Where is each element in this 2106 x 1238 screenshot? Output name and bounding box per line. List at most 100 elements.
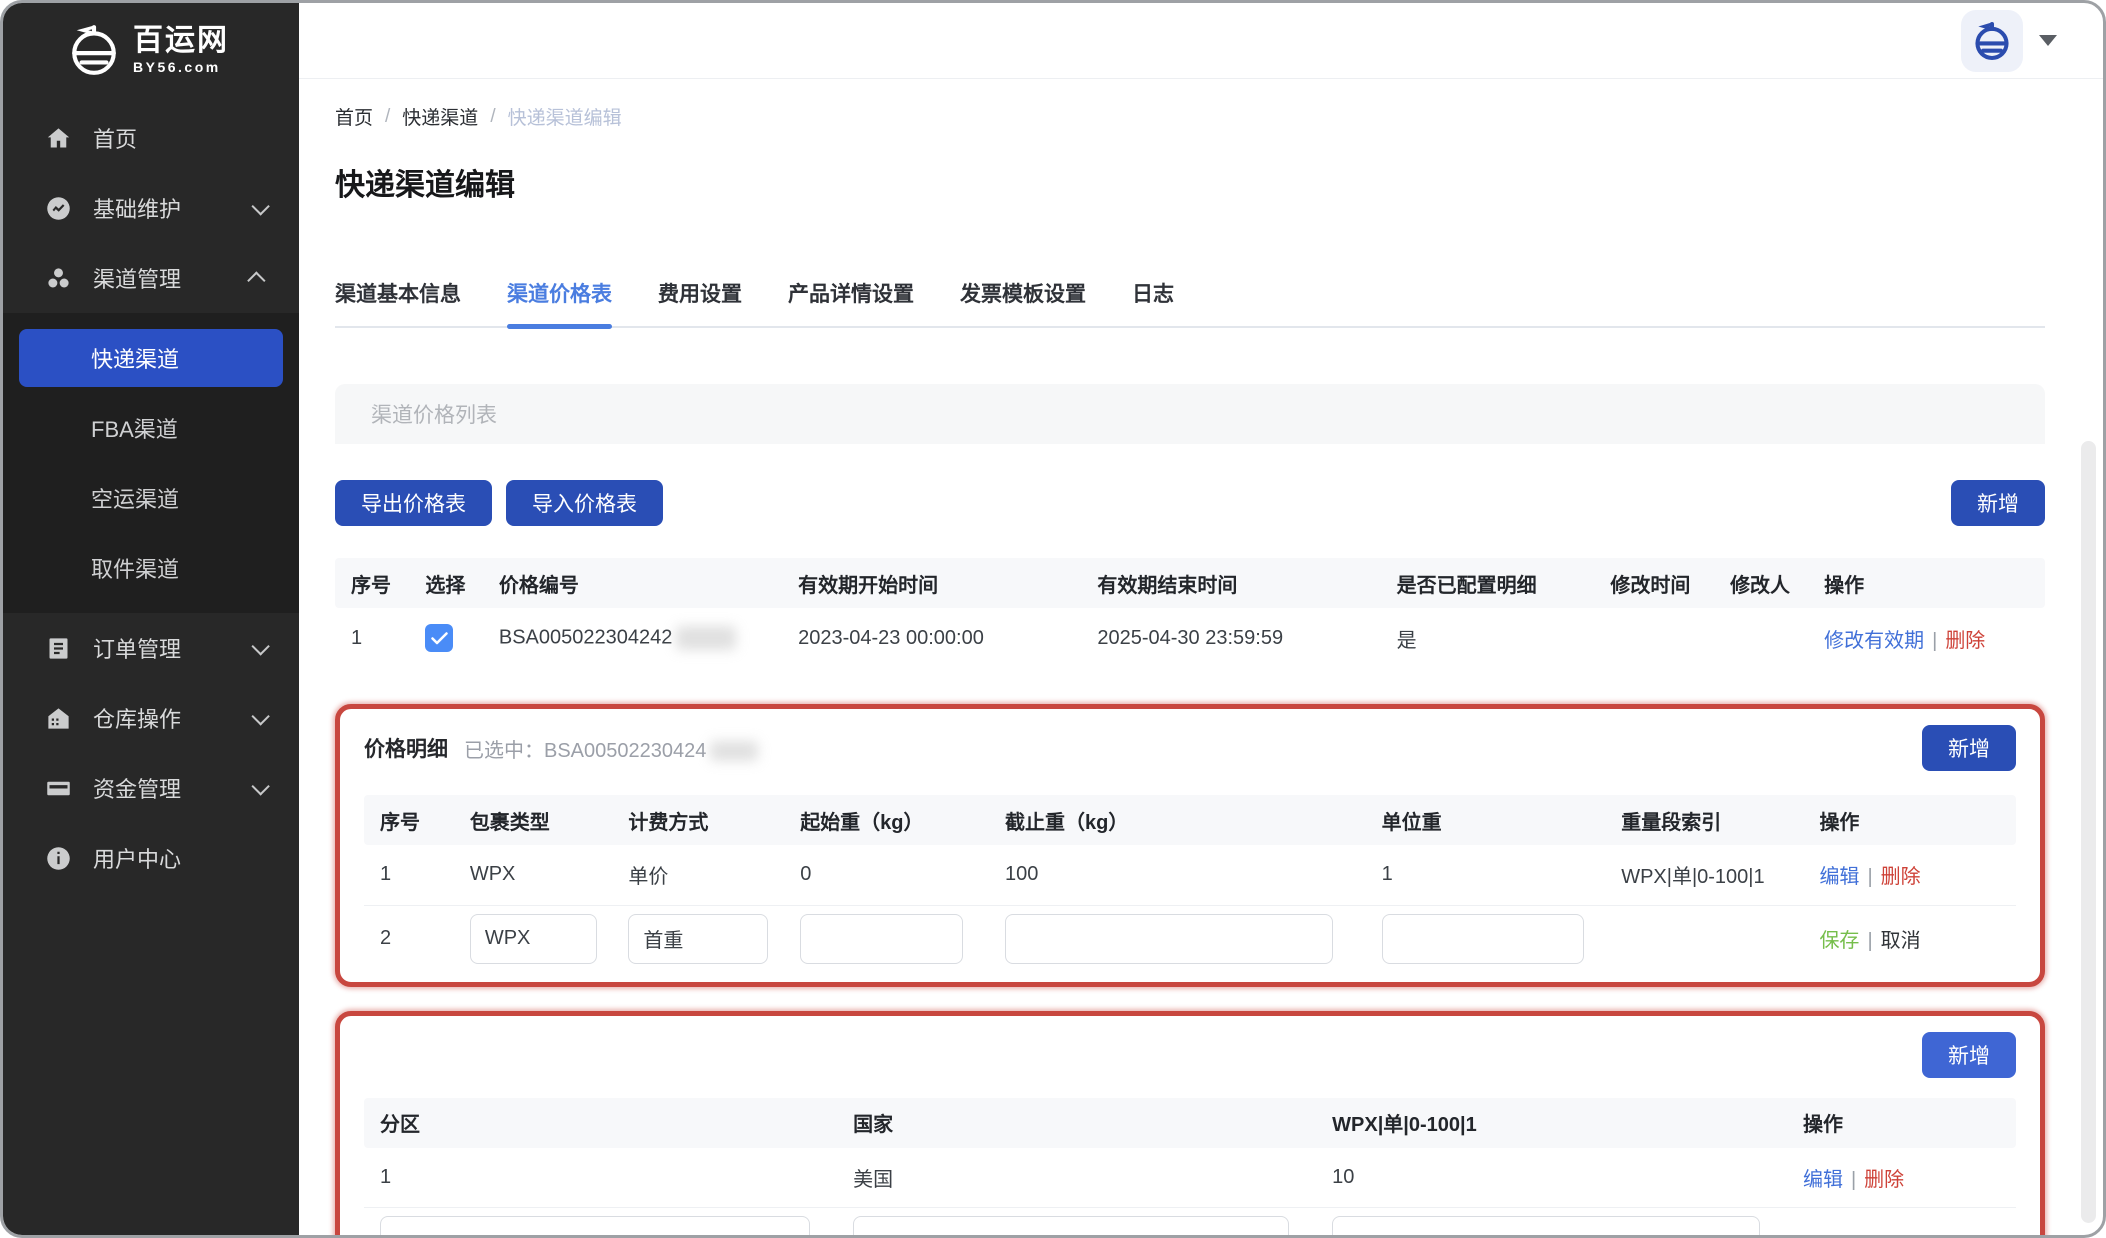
user-menu-caret-icon[interactable] xyxy=(2039,35,2057,46)
breadcrumb: 首页 / 快递渠道 / 快递渠道编辑 xyxy=(335,103,2045,130)
tab-fee-settings[interactable]: 费用设置 xyxy=(658,278,742,326)
app-window: 百运网 BY56.com 首页 基础维护 xyxy=(0,0,2106,1238)
billing-method-input[interactable] xyxy=(628,914,768,964)
info-circle-icon xyxy=(45,845,72,872)
edit-link[interactable]: 编辑 xyxy=(1819,866,1859,888)
table-edit-row: 保存|取消 xyxy=(364,1208,2016,1236)
sidebar-item-express-channel[interactable]: 快递渠道 xyxy=(3,323,299,393)
check-icon xyxy=(431,632,448,645)
sidebar-item-order-management[interactable]: 订单管理 xyxy=(3,613,299,683)
zone-section-header: 新增 xyxy=(364,1032,2016,1078)
cancel-link[interactable]: 取消 xyxy=(1881,930,1921,952)
brand-name: 百运网 xyxy=(133,25,229,57)
sidebar-item-pickup-channel[interactable]: 取件渠道 xyxy=(3,533,299,603)
by56-logo-icon xyxy=(67,23,121,77)
table-row: 1 BSA005022304242 2023-04-23 00:00:00 20… xyxy=(335,608,2045,668)
row-actions: 编辑|删除 xyxy=(1793,1148,2016,1208)
sidebar-item-funds-management[interactable]: 资金管理 xyxy=(3,753,299,823)
chevron-down-icon xyxy=(251,707,269,725)
breadcrumb-express-channel[interactable]: 快递渠道 xyxy=(402,103,478,130)
row-actions: 修改有效期|删除 xyxy=(1814,608,2045,668)
sidebar-item-air-channel[interactable]: 空运渠道 xyxy=(3,463,299,533)
table-header-row: 分区 国家 WPX|单|0-100|1 操作 xyxy=(364,1098,2016,1148)
start-weight-input[interactable] xyxy=(800,914,963,964)
unit-weight-input[interactable] xyxy=(1382,914,1584,964)
country-input[interactable] xyxy=(853,1216,1289,1235)
by56-avatar-icon xyxy=(1971,20,2013,62)
orders-icon xyxy=(45,635,72,662)
channels-icon xyxy=(45,265,72,292)
package-type-input[interactable] xyxy=(470,914,597,964)
channel-submenu: 快递渠道 FBA渠道 空运渠道 取件渠道 xyxy=(3,313,299,613)
delete-link[interactable]: 删除 xyxy=(1864,1169,1904,1191)
card-title: 渠道价格列表 xyxy=(371,399,497,429)
row-actions: 编辑|删除 xyxy=(1809,845,2016,905)
delete-link[interactable]: 删除 xyxy=(1881,866,1921,888)
tab-channel-basic-info[interactable]: 渠道基本信息 xyxy=(335,278,461,326)
brand-domain: BY56.com xyxy=(133,60,229,75)
price-detail-table: 序号 包裹类型 计费方式 起始重（kg） 截止重（kg） 单位重 重量段索引 操… xyxy=(364,795,2016,972)
sidebar-nav: 首页 基础维护 渠道管理 快递渠道 xyxy=(3,103,299,893)
vertical-scrollbar-thumb[interactable] xyxy=(2081,441,2096,1223)
price-detail-title: 价格明细 xyxy=(364,733,448,763)
add-price-button[interactable]: 新增 xyxy=(1951,480,2045,526)
active-nav-pill: 快递渠道 xyxy=(19,329,283,387)
funds-icon xyxy=(45,775,72,802)
add-zone-button[interactable]: 新增 xyxy=(1922,1032,2016,1078)
price-list-toolbar: 导出价格表 导入价格表 新增 xyxy=(335,480,2045,526)
page-content: 首页 / 快递渠道 / 快递渠道编辑 快递渠道编辑 渠道基本信息 渠道价格表 费… xyxy=(299,79,2103,1235)
sidebar-item-warehouse-operations[interactable]: 仓库操作 xyxy=(3,683,299,753)
table-row: 1 美国 10 编辑|删除 xyxy=(364,1148,2016,1208)
rate-input[interactable] xyxy=(1332,1216,1760,1235)
selected-price-label: 已选中：BSA00502230424 xyxy=(464,734,758,763)
warehouse-icon xyxy=(45,705,72,732)
table-edit-row: 2 保存|取消 xyxy=(364,905,2016,972)
edit-link[interactable]: 编辑 xyxy=(1803,1169,1843,1191)
chevron-down-icon xyxy=(251,197,269,215)
maintenance-icon xyxy=(45,195,72,222)
price-list-table: 序号 选择 价格编号 有效期开始时间 有效期结束时间 是否已配置明细 修改时间 … xyxy=(335,558,2045,668)
add-price-detail-button[interactable]: 新增 xyxy=(1922,725,2016,771)
breadcrumb-home[interactable]: 首页 xyxy=(335,103,373,130)
zone-input[interactable] xyxy=(380,1216,810,1235)
row-actions: 保存|取消 xyxy=(1809,905,2016,972)
chevron-down-icon xyxy=(251,777,269,795)
redacted-blur xyxy=(676,626,736,650)
chevron-up-icon xyxy=(247,271,265,289)
export-price-table-button[interactable]: 导出价格表 xyxy=(335,480,492,526)
price-detail-section: 价格明细 已选中：BSA00502230424 新增 序号 包裹类型 计费方式 … xyxy=(335,704,2045,987)
price-detail-header: 价格明细 已选中：BSA00502230424 新增 xyxy=(364,725,2016,771)
chevron-down-icon xyxy=(251,637,269,655)
tab-invoice-template-settings[interactable]: 发票模板设置 xyxy=(960,278,1086,326)
zone-price-table: 分区 国家 WPX|单|0-100|1 操作 1 美国 10 编辑|删除 xyxy=(364,1098,2016,1236)
home-icon xyxy=(45,125,72,152)
page-title: 快递渠道编辑 xyxy=(335,160,2045,204)
tab-product-detail-settings[interactable]: 产品详情设置 xyxy=(788,278,914,326)
row-actions: 保存|取消 xyxy=(1793,1208,2016,1236)
sidebar-item-fba-channel[interactable]: FBA渠道 xyxy=(3,393,299,463)
modify-validity-link[interactable]: 修改有效期 xyxy=(1824,630,1924,652)
row-select-checkbox[interactable] xyxy=(425,624,453,652)
end-weight-input[interactable] xyxy=(1005,914,1333,964)
sidebar-item-basic-maintenance[interactable]: 基础维护 xyxy=(3,173,299,243)
tab-channel-price-table[interactable]: 渠道价格表 xyxy=(507,278,612,326)
delete-link[interactable]: 删除 xyxy=(1945,630,1985,652)
topbar xyxy=(299,3,2103,79)
table-row: 1 WPX 单价 0 100 1 WPX|单|0-100|1 编辑|删除 xyxy=(364,845,2016,905)
sidebar-item-user-center[interactable]: 用户中心 xyxy=(3,823,299,893)
tab-bar: 渠道基本信息 渠道价格表 费用设置 产品详情设置 发票模板设置 日志 xyxy=(335,278,2045,328)
sidebar-item-channel-management[interactable]: 渠道管理 xyxy=(3,243,299,313)
import-price-table-button[interactable]: 导入价格表 xyxy=(506,480,663,526)
table-header-row: 序号 选择 价格编号 有效期开始时间 有效期结束时间 是否已配置明细 修改时间 … xyxy=(335,558,2045,608)
table-header-row: 序号 包裹类型 计费方式 起始重（kg） 截止重（kg） 单位重 重量段索引 操… xyxy=(364,795,2016,845)
redacted-blur xyxy=(710,741,758,761)
zone-price-section: 新增 分区 国家 WPX|单|0-100|1 操作 1 xyxy=(335,1011,2045,1236)
user-avatar[interactable] xyxy=(1961,10,2023,72)
breadcrumb-current: 快递渠道编辑 xyxy=(508,103,622,130)
tab-logs[interactable]: 日志 xyxy=(1132,278,1174,326)
brand-logo: 百运网 BY56.com xyxy=(3,3,299,91)
price-number-cell: BSA005022304242 xyxy=(489,608,788,668)
sidebar-item-home[interactable]: 首页 xyxy=(3,103,299,173)
price-list-card-header: 渠道价格列表 xyxy=(335,384,2045,444)
save-link[interactable]: 保存 xyxy=(1819,930,1859,952)
